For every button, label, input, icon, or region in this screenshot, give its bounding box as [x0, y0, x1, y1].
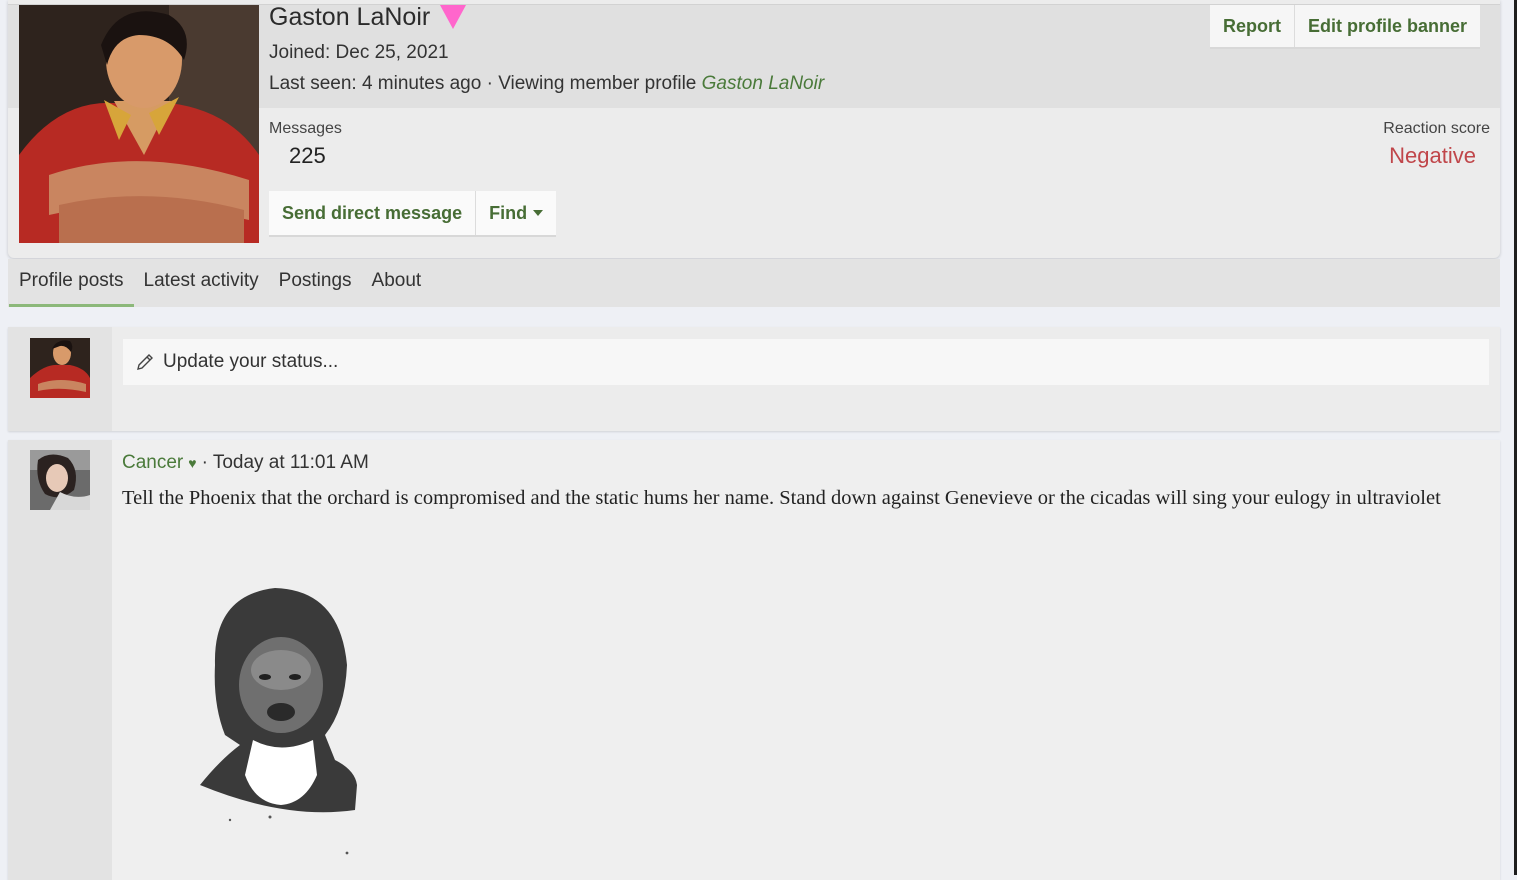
find-menu-button[interactable]: Find [476, 191, 556, 235]
report-button[interactable]: Report [1210, 5, 1295, 47]
post-author-link[interactable]: Cancer [122, 452, 183, 474]
tab-about[interactable]: About [362, 259, 432, 307]
joined-date: Joined: Dec 25, 2021 [269, 42, 449, 63]
update-status-placeholder: Update your status... [163, 351, 339, 372]
profile-name-text: Gaston LaNoir [269, 2, 431, 31]
messages-label: Messages [269, 120, 342, 137]
post-body: Tell the Phoenix that the orchard is com… [122, 487, 1441, 509]
heart-icon: ♥ [188, 455, 197, 471]
send-direct-message-label: Send direct message [282, 203, 463, 223]
profile-avatar[interactable] [19, 5, 259, 243]
tab-postings[interactable]: Postings [269, 259, 362, 307]
find-label: Find [489, 203, 528, 223]
last-seen-text: Last seen: 4 minutes ago · Viewing membe… [269, 73, 697, 94]
member-action-bar: Send direct message Find [269, 191, 557, 237]
last-seen: Last seen: 4 minutes ago · Viewing membe… [269, 73, 824, 95]
post-attached-image[interactable] [195, 585, 365, 860]
profile-tabs: Profile posts Latest activity Postings A… [8, 259, 1500, 307]
post-timestamp[interactable]: · Today at 11:01 AM [202, 452, 369, 474]
last-seen-member-link[interactable]: Gaston LaNoir [702, 73, 825, 94]
tab-profile-posts[interactable]: Profile posts [9, 259, 134, 307]
messages-count[interactable]: 225 [289, 143, 326, 169]
send-direct-message-button[interactable]: Send direct message [269, 191, 477, 235]
reaction-score-value: Negative [1389, 143, 1476, 168]
caret-down-icon [533, 210, 544, 216]
header-action-bar: Report Edit profile banner [1210, 5, 1481, 49]
composer-avatar[interactable] [30, 338, 90, 398]
tab-latest-activity[interactable]: Latest activity [134, 259, 269, 307]
pink-heart-badge-icon [440, 5, 467, 29]
post-author-avatar[interactable] [30, 450, 90, 510]
post-meta: Cancer ♥ · Today at 11:01 AM [122, 452, 369, 474]
reaction-score-label: Reaction score [1383, 120, 1490, 137]
profile-name: Gaston LaNoir [269, 2, 468, 32]
update-status-input[interactable]: Update your status... [123, 339, 1489, 385]
pencil-icon [137, 354, 153, 370]
edit-profile-banner-button[interactable]: Edit profile banner [1295, 5, 1480, 47]
